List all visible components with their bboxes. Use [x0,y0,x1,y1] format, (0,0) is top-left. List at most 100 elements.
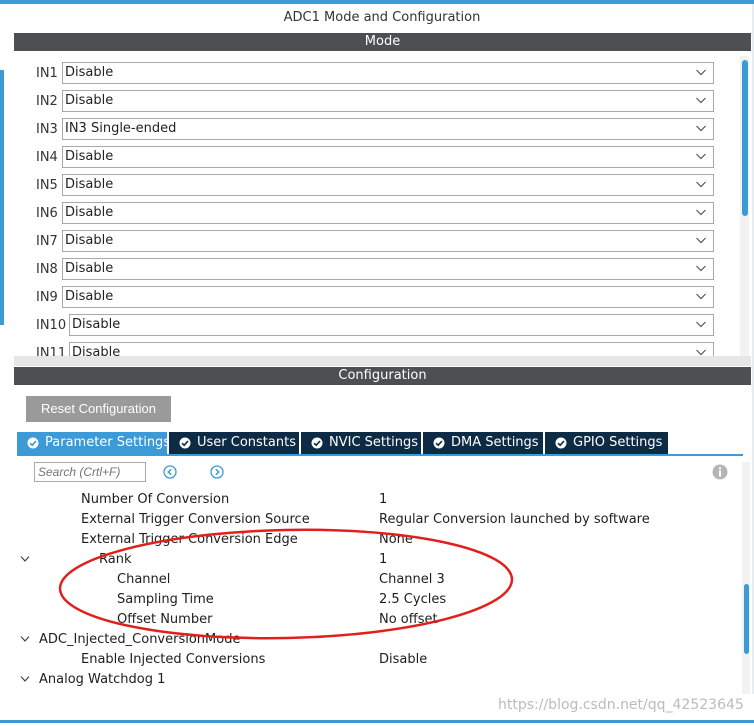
mode-row-label: IN1 [36,66,58,81]
parameter-tree: Number Of Conversion 1 External Trigger Co… [14,486,742,694]
mode-row: IN3 IN3 Single-ended [14,118,726,142]
param-value[interactable]: 1 [379,552,387,567]
mode-row: IN9 Disable [14,286,726,310]
parameter-scrollbar-thumb[interactable] [744,584,749,654]
mode-select-value: Disable [65,149,114,164]
chevron-down-icon[interactable] [695,290,707,302]
mode-select[interactable]: Disable [62,202,714,224]
chevron-down-icon[interactable] [695,178,707,190]
tab-underline [17,454,743,456]
mode-select-value: Disable [72,345,121,356]
previous-result-icon[interactable] [163,465,177,479]
param-row[interactable]: Channel Channel 3 [14,570,742,590]
mode-row-label: IN3 [36,122,58,137]
tab-label: User Constants [197,435,296,450]
param-name: Number Of Conversion [81,492,230,507]
param-name: External Trigger Conversion Source [81,512,310,527]
mode-select[interactable]: IN3 Single-ended [62,118,714,140]
chevron-down-icon[interactable] [695,206,707,218]
chevron-down-icon[interactable] [695,346,707,356]
tab-nvic-settings[interactable]: NVIC Settings [301,432,421,454]
mode-row: IN6 Disable [14,202,726,226]
watermark: https://blog.csdn.net/qq_42523645 [498,697,744,713]
mode-select[interactable]: Disable [62,286,714,308]
next-result-icon[interactable] [210,465,224,479]
mode-row-label: IN10 [36,318,67,333]
chevron-down-icon[interactable] [695,318,707,330]
mode-scrollbar[interactable] [740,56,749,358]
param-value[interactable]: Disable [379,652,427,667]
expand-chevron-icon[interactable] [20,635,30,643]
mode-select[interactable]: Disable [62,62,714,84]
param-value[interactable]: None [379,532,413,547]
expand-chevron-icon[interactable] [20,555,30,563]
reset-configuration-button[interactable]: Reset Configuration [26,396,171,422]
chevron-down-icon[interactable] [695,66,707,78]
mode-row-label: IN4 [36,150,58,165]
chevron-down-icon[interactable] [695,262,707,274]
mode-row: IN5 Disable [14,174,726,198]
param-row[interactable]: Analog Watchdog 1 [14,670,742,690]
mode-row-label: IN7 [36,234,58,249]
mode-row-label: IN5 [36,178,58,193]
chevron-down-icon[interactable] [695,94,707,106]
mode-select-value: IN3 Single-ended [65,121,177,136]
mode-select[interactable]: Disable [62,90,714,112]
info-icon[interactable] [712,464,728,480]
mode-select[interactable]: Disable [62,174,714,196]
tab-dma-settings[interactable]: DMA Settings [423,432,543,454]
mode-select-value: Disable [72,317,121,332]
adc-config-panel: ADC1 Mode and Configuration Mode IN1 Disa… [12,4,752,694]
param-name: Sampling Time [117,592,214,607]
expand-chevron-icon[interactable] [20,675,30,683]
check-circle-icon [433,437,445,449]
parameter-scrollbar[interactable] [742,462,750,694]
mode-select-value: Disable [65,289,114,304]
tab-label: GPIO Settings [573,435,663,450]
mode-select[interactable]: Disable [62,230,714,252]
param-row[interactable]: External Trigger Conversion Source Regula… [14,510,742,530]
tab-parameter-settings[interactable]: Parameter Settings [17,432,170,454]
param-name: Enable Injected Conversions [81,652,266,667]
mode-row: IN4 Disable [14,146,726,170]
mode-select[interactable]: Disable [62,258,714,280]
check-circle-icon [311,437,323,449]
left-panel-edge [0,4,12,694]
chevron-down-icon[interactable] [695,122,707,134]
mode-select[interactable]: Disable [69,342,714,356]
param-row[interactable]: Sampling Time 2.5 Cycles [14,590,742,610]
tab-gpio-settings[interactable]: GPIO Settings [545,432,668,454]
mode-row: IN2 Disable [14,90,726,114]
param-value[interactable]: Regular Conversion launched by software [379,512,650,527]
mode-row-label: IN6 [36,206,58,221]
mode-select[interactable]: Disable [62,146,714,168]
param-value[interactable]: 1 [379,492,387,507]
splitter[interactable] [14,356,751,366]
param-row[interactable]: Number Of Conversion 1 [14,490,742,510]
param-row[interactable]: Offset Number No offset [14,610,742,630]
mode-scrollbar-thumb[interactable] [742,60,748,216]
mode-row-label: IN9 [36,290,58,305]
tab-label: DMA Settings [451,435,539,450]
param-value[interactable]: No offset [379,612,438,627]
mode-row: IN11 Disable [14,342,726,356]
mode-select-value: Disable [65,233,114,248]
mode-section-header: Mode [14,33,751,51]
mode-select-value: Disable [65,261,114,276]
left-accent-bar [0,70,4,325]
param-value[interactable]: Channel 3 [379,572,445,587]
check-circle-icon [27,437,39,449]
configuration-section-header: Configuration [14,367,751,385]
chevron-down-icon[interactable] [695,234,707,246]
param-row[interactable]: Rank 1 [14,550,742,570]
param-name: External Trigger Conversion Edge [81,532,298,547]
param-row[interactable]: Enable Injected Conversions Disable [14,650,742,670]
param-name: ADC_Injected_ConversionMode [39,632,241,647]
param-row[interactable]: ADC_Injected_ConversionMode [14,630,742,650]
param-row[interactable]: External Trigger Conversion Edge None [14,530,742,550]
chevron-down-icon[interactable] [695,150,707,162]
mode-select[interactable]: Disable [69,314,714,336]
search-input[interactable] [34,462,146,482]
param-value[interactable]: 2.5 Cycles [379,592,446,607]
tab-user-constants[interactable]: User Constants [169,432,299,454]
